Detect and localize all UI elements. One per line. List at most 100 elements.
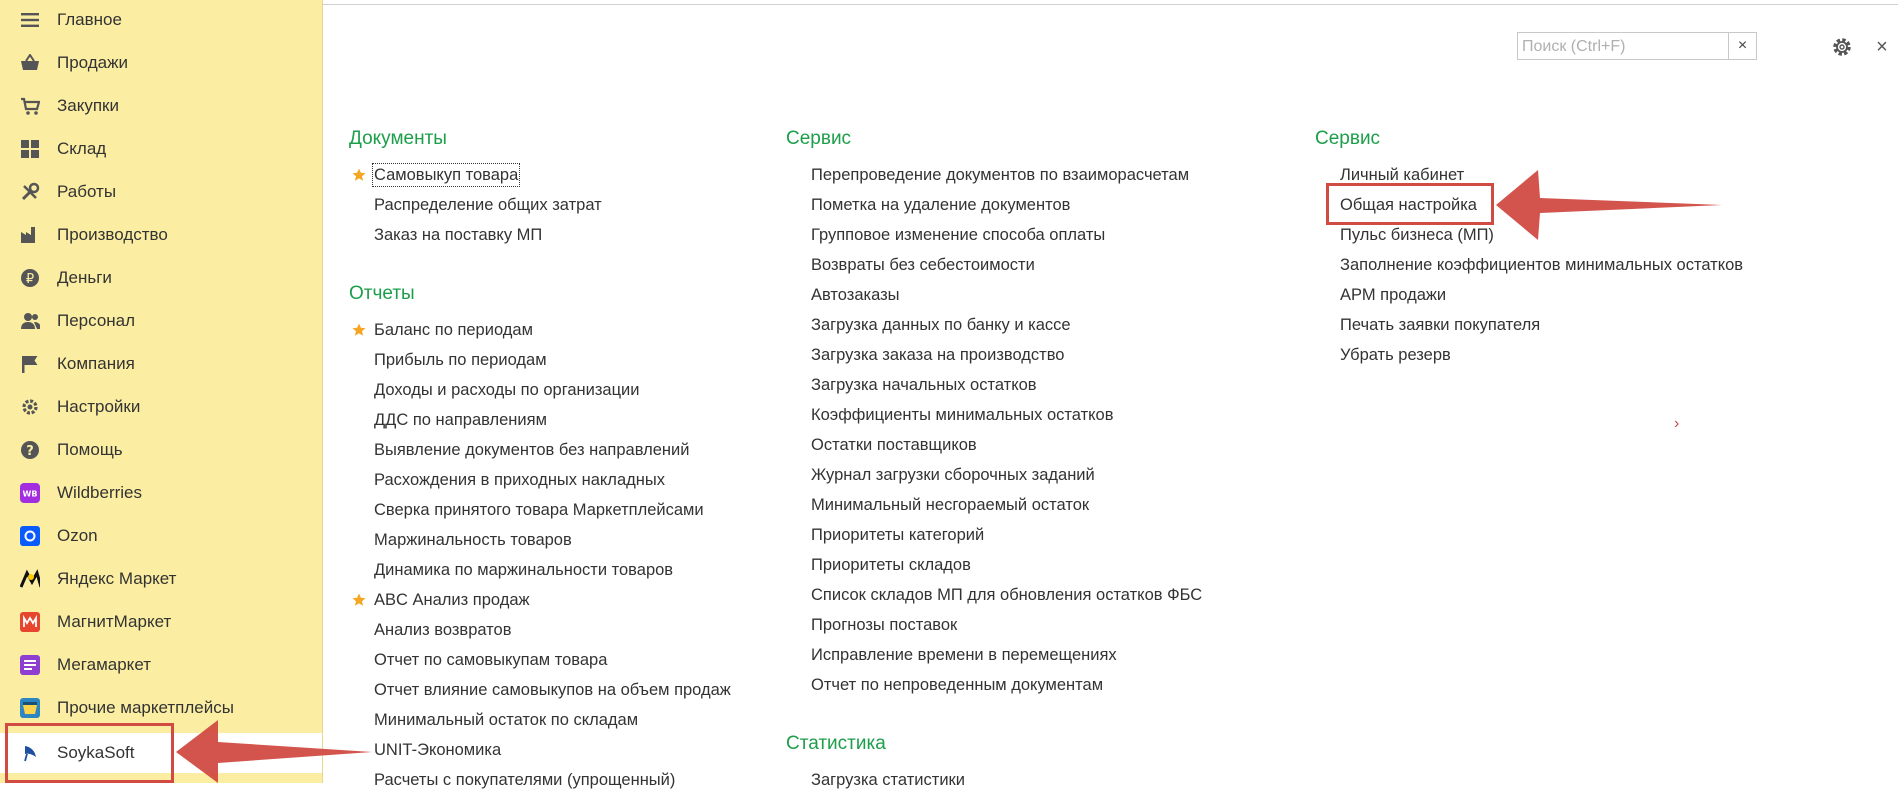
- sidebar-item-sales[interactable]: Продажи: [0, 45, 322, 81]
- link-service[interactable]: Остатки поставщиков: [811, 435, 977, 455]
- link-report[interactable]: Выявление документов без направлений: [374, 440, 689, 460]
- link-service[interactable]: Возвраты без себестоимости: [811, 255, 1035, 275]
- sidebar-item-label: Яндекс Маркет: [57, 569, 177, 588]
- question-icon: ?: [20, 440, 40, 460]
- link-self-purchase[interactable]: Самовыкуп товара: [371, 163, 521, 187]
- sidebar-item-label: Wildberries: [57, 483, 143, 502]
- link-report[interactable]: Расчеты с покупателями (упрощенный): [374, 770, 675, 790]
- sidebar-item-label: МагнитМаркет: [57, 612, 172, 631]
- link-service[interactable]: Список складов МП для обновления остатко…: [811, 585, 1202, 605]
- magnit-logo-icon: [20, 612, 40, 632]
- sidebar-item-personnel[interactable]: Персонал: [0, 303, 322, 339]
- people-icon: [20, 311, 40, 331]
- sidebar-item-label: Главное: [57, 10, 122, 29]
- ozon-logo-icon: [20, 526, 40, 546]
- section-title-documents: Документы: [349, 128, 447, 149]
- sidebar-item-company[interactable]: Компания: [0, 346, 322, 382]
- link-report[interactable]: ДДС по направлениям: [374, 410, 547, 430]
- star-icon[interactable]: [352, 593, 366, 607]
- sidebar-item-megamarket[interactable]: Мегамаркет: [0, 647, 322, 683]
- more-chevron-icon[interactable]: ›: [1674, 414, 1679, 434]
- link-service[interactable]: Перепроведение документов по взаиморасче…: [811, 165, 1189, 185]
- link-service[interactable]: Загрузка начальных остатков: [811, 375, 1037, 395]
- link-remove-reserve[interactable]: Убрать резерв: [1340, 345, 1451, 365]
- link-report[interactable]: Отчет по самовыкупам товара: [374, 650, 607, 670]
- link-service[interactable]: Приоритеты складов: [811, 555, 971, 575]
- highlight-box-soykasoft: [5, 723, 174, 783]
- sidebar-item-wildberries[interactable]: WB Wildberries: [0, 475, 322, 511]
- search-clear-button[interactable]: ×: [1728, 33, 1756, 59]
- link-load-statistics[interactable]: Загрузка статистики: [811, 770, 965, 790]
- sidebar-item-magnitmarket[interactable]: МагнитМаркет: [0, 604, 322, 640]
- link-business-pulse[interactable]: Пульс бизнеса (МП): [1340, 225, 1494, 245]
- star-icon[interactable]: [352, 168, 366, 182]
- sidebar-item-works[interactable]: Работы: [0, 174, 322, 210]
- link-report[interactable]: Динамика по маржинальности товаров: [374, 560, 673, 580]
- link-report[interactable]: Доходы и расходы по организации: [374, 380, 640, 400]
- sidebar: Главное Продажи Закупки Склад Работы Про…: [0, 0, 323, 783]
- link-service[interactable]: Прогнозы поставок: [811, 615, 957, 635]
- sidebar-item-label: Компания: [57, 354, 135, 373]
- link-cost-distribution[interactable]: Распределение общих затрат: [374, 195, 602, 215]
- top-divider: [322, 4, 1898, 5]
- sidebar-item-other-marketplaces[interactable]: Прочие маркетплейсы: [0, 690, 322, 726]
- svg-text:WB: WB: [23, 490, 38, 499]
- sidebar-item-yandex-market[interactable]: Яндекс Маркет: [0, 561, 322, 597]
- link-unit-economics[interactable]: UNIT-Экономика: [374, 740, 501, 760]
- ruble-coin-icon: ₽: [20, 268, 40, 288]
- sidebar-item-label: Прочие маркетплейсы: [57, 698, 234, 717]
- link-service[interactable]: Коэффициенты минимальных остатков: [811, 405, 1114, 425]
- link-report[interactable]: Сверка принятого товара Маркетплейсами: [374, 500, 704, 520]
- sidebar-item-label: Закупки: [57, 96, 119, 115]
- link-personal-account[interactable]: Личный кабинет: [1340, 165, 1464, 185]
- link-service[interactable]: Журнал загрузки сборочных заданий: [811, 465, 1095, 485]
- link-service[interactable]: Минимальный несгораемый остаток: [811, 495, 1089, 515]
- link-report[interactable]: Прибыль по периодам: [374, 350, 547, 370]
- sidebar-item-production[interactable]: Производство: [0, 217, 322, 253]
- link-arm-sales[interactable]: АРМ продажи: [1340, 285, 1446, 305]
- sidebar-item-label: Склад: [57, 139, 107, 158]
- link-service[interactable]: Загрузка данных по банку и кассе: [811, 315, 1071, 335]
- section-title-reports: Отчеты: [349, 283, 415, 304]
- sidebar-item-money[interactable]: ₽ Деньги: [0, 260, 322, 296]
- link-print-buyer-request[interactable]: Печать заявки покупателя: [1340, 315, 1540, 335]
- section-title-service: Сервис: [786, 128, 852, 149]
- link-report[interactable]: Отчет влияние самовыкупов на объем прода…: [374, 680, 731, 700]
- link-report[interactable]: Анализ возвратов: [374, 620, 512, 640]
- link-service[interactable]: Исправление времени в перемещениях: [811, 645, 1117, 665]
- settings-gear-button[interactable]: [1830, 35, 1854, 59]
- link-service[interactable]: Приоритеты категорий: [811, 525, 984, 545]
- sidebar-item-label: Продажи: [57, 53, 128, 72]
- sidebar-item-settings[interactable]: Настройки: [0, 389, 322, 425]
- arrow-to-general-settings: [1496, 170, 1722, 240]
- sidebar-item-label: Персонал: [57, 311, 136, 330]
- link-service[interactable]: Загрузка заказа на производство: [811, 345, 1064, 365]
- link-service[interactable]: Пометка на удаление документов: [811, 195, 1070, 215]
- link-report[interactable]: Расхождения в приходных накладных: [374, 470, 665, 490]
- gear-icon: [1833, 38, 1851, 56]
- cart-icon: [20, 96, 40, 116]
- star-icon[interactable]: [352, 323, 366, 337]
- sidebar-item-warehouse[interactable]: Склад: [0, 131, 322, 167]
- factory-icon: [20, 225, 40, 245]
- link-fill-coefficients[interactable]: Заполнение коэффициентов минимальных ост…: [1340, 255, 1743, 275]
- gear-icon: [20, 397, 40, 417]
- sidebar-item-label: Ozon: [57, 526, 98, 545]
- close-button[interactable]: ×: [1872, 35, 1892, 59]
- wildberries-logo-icon: WB: [20, 483, 40, 503]
- link-service[interactable]: Групповое изменение способа оплаты: [811, 225, 1105, 245]
- link-report[interactable]: Минимальный остаток по складам: [374, 710, 638, 730]
- link-service[interactable]: Отчет по непроведенным документам: [811, 675, 1103, 695]
- link-service[interactable]: Автозаказы: [811, 285, 900, 305]
- sidebar-item-ozon[interactable]: Ozon: [0, 518, 322, 554]
- search-input[interactable]: [1520, 35, 1729, 59]
- warehouse-grid-icon: [20, 139, 40, 159]
- sidebar-item-purchases[interactable]: Закупки: [0, 88, 322, 124]
- link-report[interactable]: Маржинальность товаров: [374, 530, 572, 550]
- sidebar-item-main[interactable]: Главное: [0, 2, 322, 38]
- link-report[interactable]: Баланс по периодам: [374, 320, 533, 340]
- sidebar-item-help[interactable]: ? Помощь: [0, 432, 322, 468]
- link-mp-supply-order[interactable]: Заказ на поставку МП: [374, 225, 542, 245]
- yandex-market-logo-icon: [20, 569, 40, 589]
- link-report[interactable]: ABC Анализ продаж: [374, 590, 530, 610]
